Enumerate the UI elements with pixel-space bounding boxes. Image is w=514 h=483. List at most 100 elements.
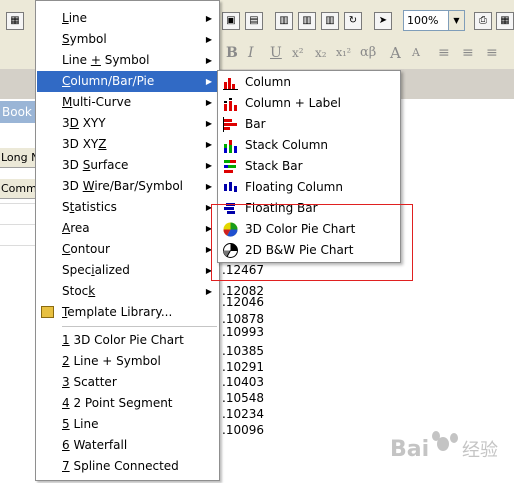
menu-item-label: Specialized: [62, 263, 130, 277]
watermark: Bai 经验: [388, 422, 514, 478]
menu-item-label: Stock: [62, 284, 96, 298]
menu-item-label: Multi-Curve: [62, 95, 132, 109]
recent-item-label: 3 Scatter: [62, 375, 117, 389]
svg-text:经验: 经验: [462, 440, 498, 461]
menu-item-3d-xyy[interactable]: 3D XYY ▶: [37, 113, 218, 134]
floating-column-icon: [223, 180, 238, 195]
import-icon[interactable]: ▥: [275, 12, 293, 30]
menu-item-label: Symbol: [62, 32, 107, 46]
submenu-arrow-icon: ▶: [205, 161, 212, 170]
recent-item-4[interactable]: 4 2 Point Segment: [37, 393, 218, 414]
menu-item-label: 3D Surface: [62, 158, 129, 172]
annotation-highlight-box: [211, 204, 413, 281]
column-label-icon: [223, 96, 238, 111]
recent-item-label: 1 3D Color Pie Chart: [62, 333, 184, 347]
zoom-select[interactable]: 100% ▼: [403, 10, 465, 31]
menu-item-stock[interactable]: Stock ▶: [37, 281, 218, 302]
column-header-long-name[interactable]: Long N: [0, 148, 36, 168]
submenu-item-column[interactable]: Column: [219, 72, 399, 93]
save-template-icon[interactable]: ▤: [245, 12, 263, 30]
print-icon[interactable]: ⎙: [474, 12, 492, 30]
submenu-item-label: Column: [245, 75, 291, 89]
menu-item-label: Column/Bar/Pie: [62, 74, 155, 88]
grid-line: [0, 203, 36, 204]
recent-item-2[interactable]: 2 Line + Symbol: [37, 351, 218, 372]
menu-item-contour[interactable]: Contour ▶: [37, 239, 218, 260]
workbook-tab[interactable]: Book: [0, 101, 36, 123]
recent-item-label: 5 Line: [62, 417, 99, 431]
align-right-button[interactable]: ≡: [486, 43, 498, 63]
submenu-arrow-icon: ▶: [205, 77, 212, 86]
submenu-arrow-icon: ▶: [205, 140, 212, 149]
zoom-value: 100%: [407, 14, 439, 27]
menu-item-specialized[interactable]: Specialized ▶: [37, 260, 218, 281]
bar-icon: [223, 117, 238, 132]
calculator-icon[interactable]: ▦: [6, 12, 24, 30]
align-button[interactable]: ≡: [438, 43, 450, 63]
submenu-item-floating-column[interactable]: Floating Column: [219, 177, 399, 198]
menu-item-line[interactable]: Line ▶: [37, 8, 218, 29]
data-cell[interactable]: .10993: [222, 322, 264, 343]
submenu-arrow-icon: ▶: [205, 35, 212, 44]
submenu-item-stack-bar[interactable]: Stack Bar: [219, 156, 399, 177]
submenu-arrow-icon: ▶: [205, 119, 212, 128]
subscript-button[interactable]: x₂: [315, 43, 327, 63]
menu-item-label: Line: [62, 11, 88, 25]
column-icon: [223, 75, 238, 90]
menu-item-3d-wire-bar-symbol[interactable]: 3D Wire/Bar/Symbol ▶: [37, 176, 218, 197]
column-header-comments[interactable]: Comm: [0, 179, 36, 199]
menu-item-column-bar-pie[interactable]: Column/Bar/Pie ▶: [37, 71, 218, 92]
stack-column-icon: [223, 138, 238, 153]
decrease-font-button[interactable]: A: [412, 43, 420, 63]
underline-button[interactable]: U: [270, 43, 282, 63]
run-icon[interactable]: ➤: [374, 12, 392, 30]
recent-item-label: 7 Spline Connected: [62, 459, 179, 473]
recent-item-7[interactable]: 7 Spline Connected: [37, 456, 218, 477]
submenu-item-label: Bar: [245, 117, 266, 131]
menu-item-multi-curve[interactable]: Multi-Curve ▶: [37, 92, 218, 113]
menu-item-area[interactable]: Area ▶: [37, 218, 218, 239]
superscript-button[interactable]: x²: [292, 43, 304, 63]
recent-item-3[interactable]: 3 Scatter: [37, 372, 218, 393]
menu-item-label: Line + Symbol: [62, 53, 150, 67]
increase-font-button[interactable]: A: [390, 43, 401, 63]
submenu-arrow-icon: ▶: [205, 14, 212, 23]
bold-button[interactable]: B: [226, 43, 238, 63]
submenu-arrow-icon: ▶: [205, 56, 212, 65]
italic-button[interactable]: I: [248, 43, 254, 63]
import-multiple-icon[interactable]: ▥: [298, 12, 316, 30]
menu-item-label: Contour: [62, 242, 110, 256]
submenu-item-bar[interactable]: Bar: [219, 114, 399, 135]
submenu-item-column-label[interactable]: Column + Label: [219, 93, 399, 114]
supersub-button[interactable]: x₁²: [336, 43, 351, 63]
save-icon[interactable]: ▣: [222, 12, 240, 30]
recent-item-6[interactable]: 6 Waterfall: [37, 435, 218, 456]
submenu-item-stack-column[interactable]: Stack Column: [219, 135, 399, 156]
greek-button[interactable]: αβ: [360, 43, 376, 63]
recent-item-5[interactable]: 5 Line: [37, 414, 218, 435]
baidu-watermark-logo: Bai 经验: [390, 431, 498, 462]
submenu-arrow-icon: ▶: [205, 287, 212, 296]
refresh-icon[interactable]: ↻: [344, 12, 362, 30]
submenu-item-label: Floating Column: [245, 180, 343, 194]
export-icon[interactable]: ▥: [321, 12, 339, 30]
data-cell[interactable]: .10096: [222, 420, 264, 441]
menu-item-line-symbol[interactable]: Line + Symbol ▶: [37, 50, 218, 71]
submenu-item-label: Column + Label: [245, 96, 342, 110]
menu-item-symbol[interactable]: Symbol ▶: [37, 29, 218, 50]
menu-item-3d-surface[interactable]: 3D Surface ▶: [37, 155, 218, 176]
menu-separator: [62, 326, 217, 327]
plot-menu: Line ▶ Symbol ▶ Line + Symbol ▶ Column/Bar/Pie…: [35, 0, 220, 481]
template-library-icon: [41, 306, 54, 318]
submenu-item-label: Stack Column: [245, 138, 328, 152]
align-left-button[interactable]: ≡: [462, 43, 474, 63]
recent-item-label: 6 Waterfall: [62, 438, 128, 452]
menu-item-statistics[interactable]: Statistics ▶: [37, 197, 218, 218]
stack-bar-icon: [223, 159, 238, 174]
menu-item-label: Area: [62, 221, 90, 235]
menu-item-template-library[interactable]: Template Library...: [37, 302, 218, 323]
menu-item-3d-xyz[interactable]: 3D XYZ ▶: [37, 134, 218, 155]
menu-item-label: 3D XYY: [62, 116, 106, 130]
recent-item-1[interactable]: 1 3D Color Pie Chart: [37, 330, 218, 351]
layout-icon[interactable]: ▦: [496, 12, 514, 30]
